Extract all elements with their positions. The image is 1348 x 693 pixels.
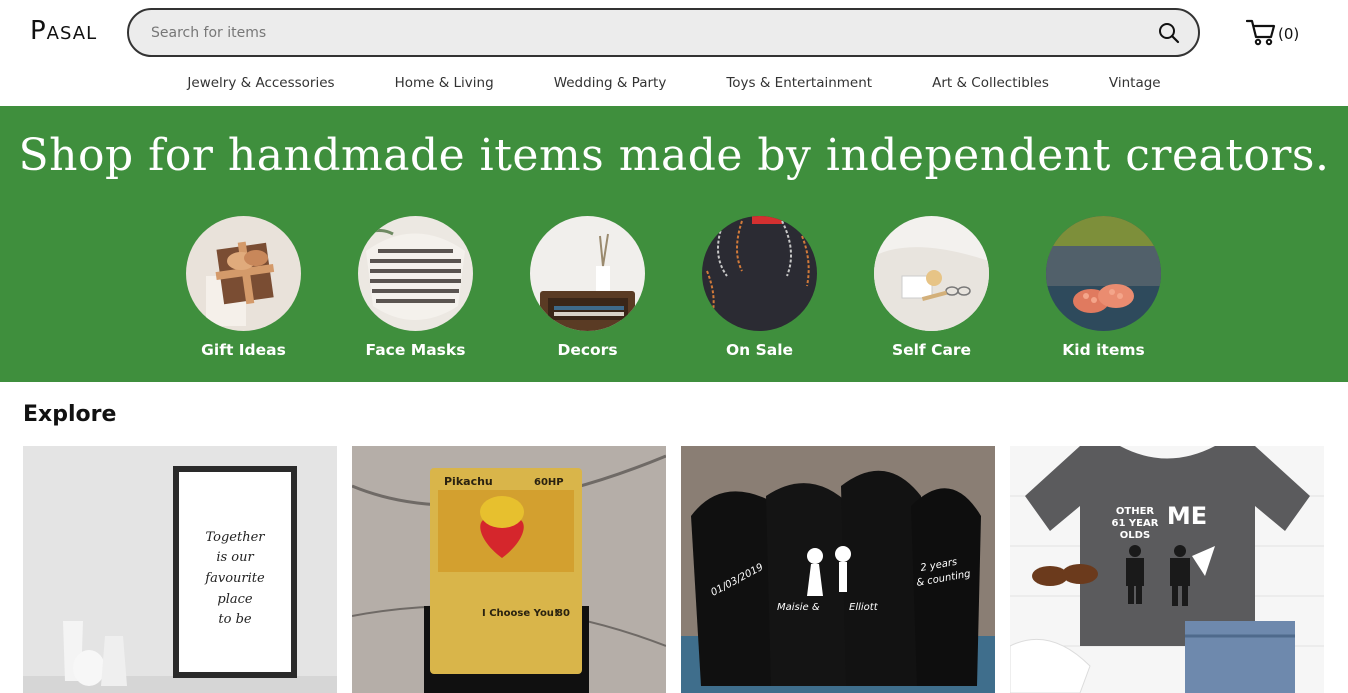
category-gift-ideas[interactable]: Gift Ideas	[186, 216, 301, 359]
face-masks-image	[358, 216, 473, 331]
category-label: Gift Ideas	[201, 341, 286, 359]
nav-vintage[interactable]: Vintage	[1079, 64, 1191, 106]
shirt-right-text: ME	[1167, 502, 1207, 530]
hero-banner: Shop for handmade items made by independ…	[0, 106, 1348, 382]
explore-item-socks[interactable]: 01/03/2019 Maisie & Elliott 2 years & co…	[681, 446, 995, 693]
explore-grid: Together is our favourite place to be Pi…	[23, 446, 1324, 693]
print-line-4: place	[217, 592, 253, 607]
print-line-2: is our	[216, 550, 254, 565]
sock-name-2: Elliott	[849, 602, 879, 613]
category-nav: Jewelry & Accessories Home & Living Wedd…	[0, 64, 1348, 106]
card-damage: 80	[556, 608, 570, 619]
category-self-care[interactable]: Self Care	[874, 216, 989, 359]
hero-headline: Shop for handmade items made by independ…	[18, 130, 1330, 181]
decors-image	[530, 216, 645, 331]
category-decors[interactable]: Decors	[530, 216, 645, 359]
nav-wedding-party[interactable]: Wedding & Party	[524, 64, 697, 106]
category-label: Kid items	[1062, 341, 1145, 359]
category-label: On Sale	[725, 341, 794, 359]
search-bar	[127, 8, 1200, 57]
cart-button[interactable]: (0)	[1245, 18, 1300, 50]
shirt-left-line-1: OTHER	[1116, 506, 1155, 517]
search-icon[interactable]	[1158, 22, 1180, 44]
card-hp: 60HP	[534, 477, 564, 488]
on-sale-image	[702, 216, 817, 331]
category-kid-items[interactable]: Kid items	[1046, 216, 1161, 359]
search-input[interactable]	[151, 22, 1131, 44]
cart-icon	[1245, 18, 1276, 50]
nav-jewelry-accessories[interactable]: Jewelry & Accessories	[157, 64, 364, 106]
category-label: Face Masks	[365, 341, 466, 359]
category-label: Self Care	[891, 341, 972, 359]
shirt-left-line-3: OLDS	[1120, 530, 1150, 541]
explore-item-tshirt[interactable]: OTHER 61 YEAR OLDS ME	[1010, 446, 1324, 693]
card-move: I Choose You!	[482, 608, 559, 619]
explore-title: Explore	[23, 402, 117, 427]
category-on-sale[interactable]: On Sale	[702, 216, 817, 359]
nav-art-collectibles[interactable]: Art & Collectibles	[902, 64, 1079, 106]
site-logo[interactable]: Pasal	[30, 16, 97, 46]
top-bar: Pasal (0)	[0, 0, 1348, 64]
print-line-1: Together	[205, 530, 265, 545]
print-line-5: to be	[218, 612, 252, 627]
nav-toys-entertainment[interactable]: Toys & Entertainment	[696, 64, 902, 106]
card-name: Pikachu	[444, 475, 493, 488]
gift-ideas-image	[186, 216, 301, 331]
cart-count: (0)	[1278, 25, 1300, 43]
featured-categories: Gift Ideas Face Masks Decors On Sale Sel…	[186, 216, 1161, 359]
shirt-left-line-2: 61 YEAR	[1112, 518, 1159, 529]
explore-item-print[interactable]: Together is our favourite place to be	[23, 446, 337, 693]
sock-name-1: Maisie &	[777, 602, 820, 613]
explore-item-pikachu-card[interactable]: Pikachu 60HP I Choose You! 80	[352, 446, 666, 693]
category-label: Decors	[557, 341, 618, 359]
category-face-masks[interactable]: Face Masks	[358, 216, 473, 359]
print-line-3: favourite	[204, 571, 265, 586]
self-care-image	[874, 216, 989, 331]
kid-items-image	[1046, 216, 1161, 331]
nav-home-living[interactable]: Home & Living	[365, 64, 524, 106]
